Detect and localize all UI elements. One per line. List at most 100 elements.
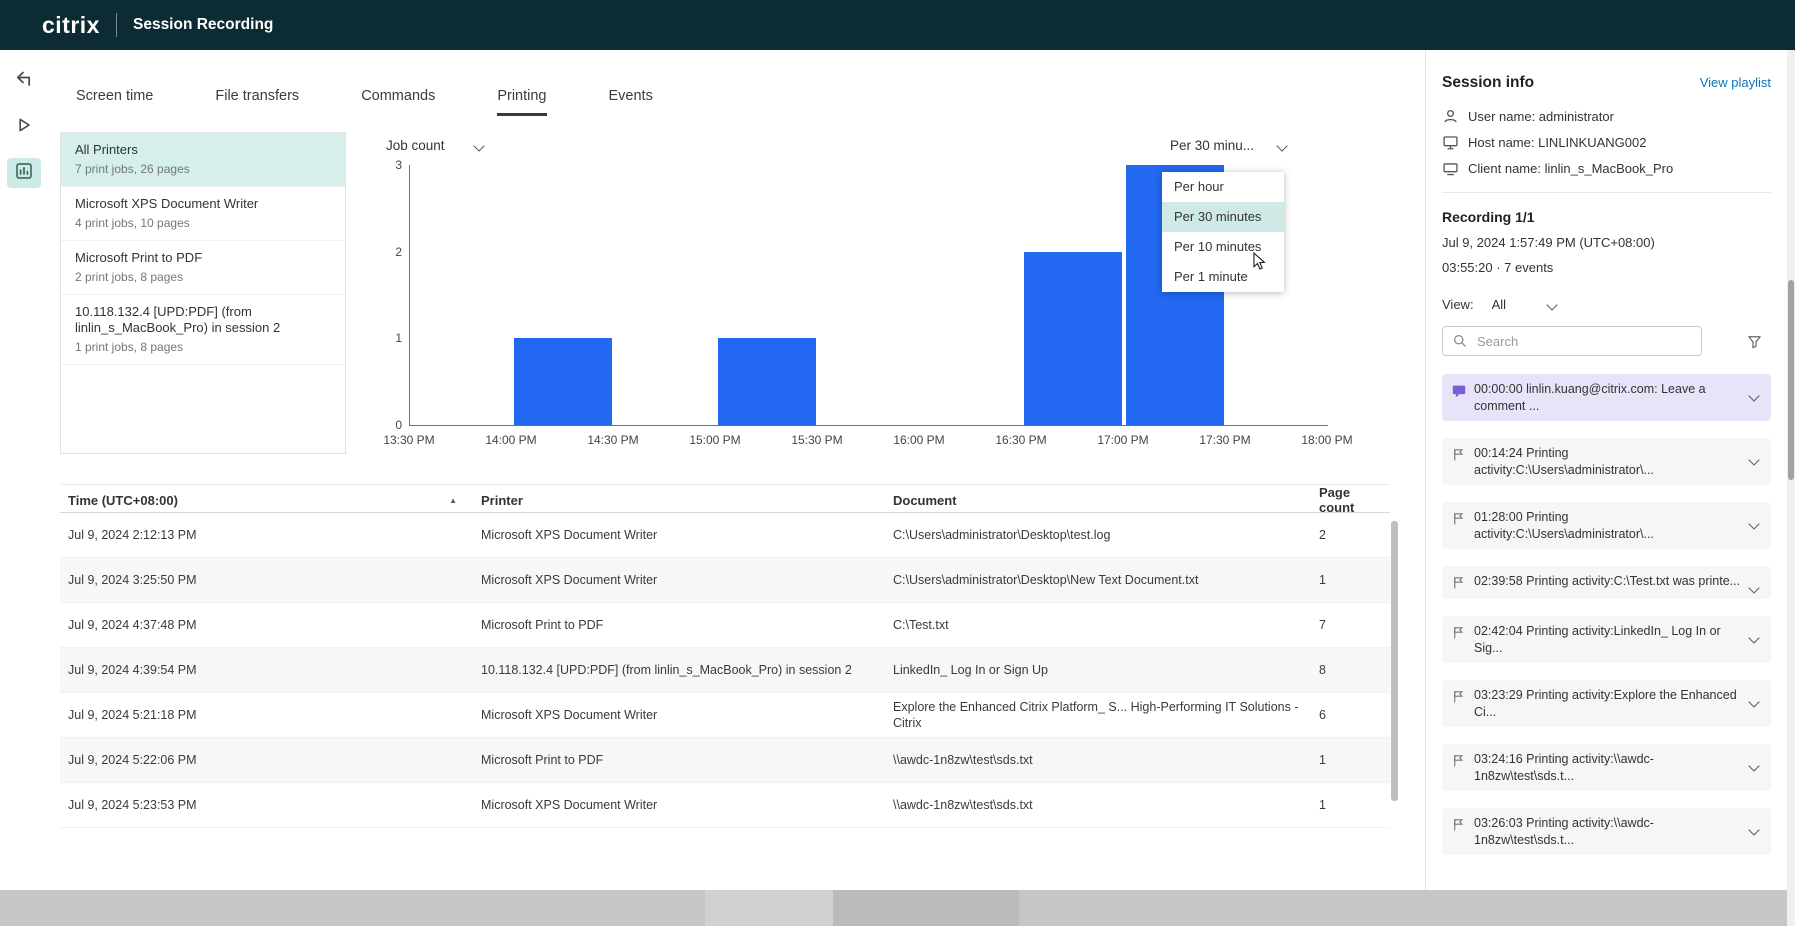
app-window: citrix Session Recording Screen time File… — [0, 0, 1795, 926]
filter-button[interactable] — [1746, 333, 1763, 350]
event-text: 02:42:04 Printing activity:LinkedIn_ Log… — [1474, 623, 1741, 656]
comment-icon — [1451, 383, 1467, 399]
top-bar-divider — [116, 13, 117, 37]
session-info-field: Client name: linlin_s_MacBook_Pro — [1442, 160, 1771, 177]
left-rail — [0, 50, 48, 890]
tab-file-transfers[interactable]: File transfers — [215, 88, 299, 116]
chevron-down-icon[interactable] — [1748, 454, 1759, 465]
chart-bar — [1024, 252, 1122, 425]
cell-time: Jul 9, 2024 4:39:54 PM — [60, 657, 473, 683]
printer-name: All Printers — [75, 142, 331, 158]
window-scrollbar[interactable] — [1787, 50, 1795, 926]
window-scrollbar-thumb[interactable] — [1788, 280, 1794, 480]
app-title: Session Recording — [133, 16, 273, 34]
event-text: 03:24:16 Printing activity:\\awdc-1n8zw\… — [1474, 751, 1741, 784]
cell-document: Explore the Enhanced Citrix Platform_ S.… — [885, 694, 1311, 736]
printer-filter-list: All Printers7 print jobs, 26 pagesMicros… — [60, 132, 346, 454]
printer-job-detail: 4 print jobs, 10 pages — [75, 216, 331, 230]
table-row[interactable]: Jul 9, 2024 5:21:18 PMMicrosoft XPS Docu… — [60, 693, 1390, 738]
citrix-logo: citrix — [42, 12, 100, 39]
event-item[interactable]: 02:42:04 Printing activity:LinkedIn_ Log… — [1442, 616, 1771, 663]
search-input[interactable] — [1475, 333, 1692, 350]
tab-commands[interactable]: Commands — [361, 88, 435, 116]
top-bar: citrix Session Recording — [0, 0, 1795, 50]
session-info-value: Host name: LINLINKUANG002 — [1468, 135, 1646, 150]
table-row[interactable]: Jul 9, 2024 2:12:13 PMMicrosoft XPS Docu… — [60, 513, 1390, 558]
event-item[interactable]: 00:00:00 linlin.kuang@citrix.com: Leave … — [1442, 374, 1771, 421]
table-row[interactable]: Jul 9, 2024 4:37:48 PMMicrosoft Print to… — [60, 603, 1390, 648]
printer-list-item[interactable]: All Printers7 print jobs, 26 pages — [61, 133, 345, 187]
column-header-time[interactable]: Time (UTC+08:00) ▲ — [60, 493, 473, 508]
tab-screen-time[interactable]: Screen time — [76, 88, 153, 116]
cell-time: Jul 9, 2024 5:23:53 PM — [60, 792, 473, 818]
column-header-printer[interactable]: Printer — [473, 493, 885, 508]
metric-dropdown[interactable]: Job count — [386, 138, 483, 153]
table-row[interactable]: Jul 9, 2024 3:25:50 PMMicrosoft XPS Docu… — [60, 558, 1390, 603]
chevron-down-icon[interactable] — [1748, 760, 1759, 771]
cell-time: Jul 9, 2024 2:12:13 PM — [60, 522, 473, 548]
y-axis-tick-label: 2 — [376, 245, 402, 259]
x-axis-tick-label: 13:30 PM — [383, 433, 434, 447]
event-item[interactable]: 03:23:29 Printing activity:Explore the E… — [1442, 680, 1771, 727]
chevron-down-icon[interactable] — [1748, 390, 1759, 401]
chevron-down-icon[interactable] — [1546, 299, 1557, 310]
statistics-button[interactable] — [7, 158, 41, 188]
event-view-filter: View: All — [1442, 297, 1771, 312]
view-playlist-link[interactable]: View playlist — [1700, 75, 1771, 90]
printer-list-item[interactable]: Microsoft Print to PDF2 print jobs, 8 pa… — [61, 241, 345, 295]
table-row[interactable]: Jul 9, 2024 5:23:53 PMMicrosoft XPS Docu… — [60, 783, 1390, 828]
chevron-down-icon[interactable] — [1748, 824, 1759, 835]
event-item[interactable]: 03:24:16 Printing activity:\\awdc-1n8zw\… — [1442, 744, 1771, 791]
table-row[interactable]: Jul 9, 2024 4:39:54 PM10.118.132.4 [UPD:… — [60, 648, 1390, 693]
event-item[interactable]: 02:39:58 Printing activity:C:\Test.txt w… — [1442, 566, 1771, 599]
cell-time: Jul 9, 2024 3:25:50 PM — [60, 567, 473, 593]
column-header-document[interactable]: Document — [885, 493, 1311, 508]
interval-option[interactable]: Per 30 minutes — [1162, 202, 1284, 232]
session-info-value: User name: administrator — [1468, 109, 1614, 124]
printer-list-item[interactable]: Microsoft XPS Document Writer4 print job… — [61, 187, 345, 241]
cell-document: LinkedIn_ Log In or Sign Up — [885, 657, 1311, 683]
flag-icon — [1451, 689, 1466, 704]
cell-printer: Microsoft XPS Document Writer — [473, 567, 885, 593]
chevron-down-icon[interactable] — [1748, 696, 1759, 707]
interval-dropdown[interactable]: Per 30 minu... — [1170, 138, 1286, 153]
chevron-down-icon[interactable] — [1748, 632, 1759, 643]
column-header-printer-label: Printer — [481, 493, 523, 508]
sort-ascending-icon: ▲ — [449, 496, 457, 505]
cell-page-count: 8 — [1311, 657, 1390, 683]
column-header-page-count[interactable]: Page count — [1311, 485, 1390, 515]
chevron-down-icon[interactable] — [1748, 582, 1759, 593]
column-header-time-label: Time (UTC+08:00) — [68, 493, 178, 508]
tab-printing[interactable]: Printing — [497, 88, 546, 116]
client-icon — [1442, 160, 1459, 177]
printer-list-item[interactable]: 10.118.132.4 [UPD:PDF] (from linlin_s_Ma… — [61, 295, 345, 365]
flag-icon — [1451, 575, 1466, 590]
table-row[interactable]: Jul 9, 2024 5:22:06 PMMicrosoft Print to… — [60, 738, 1390, 783]
play-icon — [15, 116, 33, 139]
event-item[interactable]: 03:26:03 Printing activity:\\awdc-1n8zw\… — [1442, 808, 1771, 855]
x-axis-tick-label: 18:00 PM — [1301, 433, 1352, 447]
view-filter-value[interactable]: All — [1492, 297, 1506, 312]
interval-option[interactable]: Per hour — [1162, 172, 1284, 202]
cell-document: C:\Test.txt — [885, 612, 1311, 638]
printer-job-detail: 1 print jobs, 8 pages — [75, 340, 331, 354]
bottom-bar-segment — [833, 890, 1019, 926]
recording-label: Recording 1/1 — [1442, 209, 1771, 225]
cell-page-count: 1 — [1311, 567, 1390, 593]
table-scrollbar-thumb[interactable] — [1391, 521, 1398, 801]
event-item[interactable]: 01:28:00 Printing activity:C:\Users\admi… — [1442, 502, 1771, 549]
session-info-fields: User name: administrator Host name: LINLI… — [1442, 108, 1771, 177]
event-item[interactable]: 00:14:24 Printing activity:C:\Users\admi… — [1442, 438, 1771, 485]
tab-events[interactable]: Events — [609, 88, 653, 116]
chevron-down-icon[interactable] — [1748, 518, 1759, 529]
interval-option[interactable]: Per 10 minutes — [1162, 232, 1284, 262]
session-info-field: User name: administrator — [1442, 108, 1771, 125]
bottom-bar-segment — [705, 890, 833, 926]
playback-button[interactable] — [7, 112, 41, 142]
cell-printer: Microsoft Print to PDF — [473, 612, 885, 638]
x-axis-tick-label: 17:00 PM — [1097, 433, 1148, 447]
interval-option[interactable]: Per 1 minute — [1162, 262, 1284, 292]
back-button[interactable] — [7, 66, 41, 96]
x-axis-tick-label: 17:30 PM — [1199, 433, 1250, 447]
flag-icon — [1451, 625, 1466, 640]
